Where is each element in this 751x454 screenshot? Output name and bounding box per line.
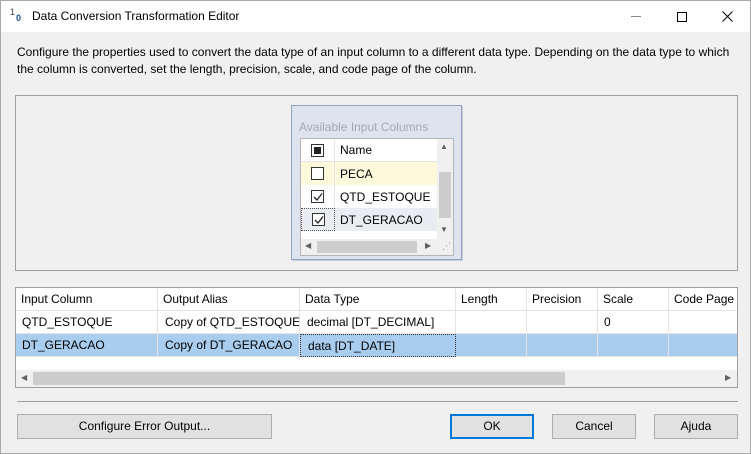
output-alias-cell[interactable]: Copy of DT_GERACAO xyxy=(158,334,300,357)
scroll-right-icon[interactable]: ▶ xyxy=(725,374,731,382)
data-type-cell[interactable]: data [DT_DATE] xyxy=(300,334,456,357)
grid-horizontal-scrollbar[interactable]: ◀ ▶ xyxy=(16,370,737,387)
length-cell[interactable] xyxy=(456,311,527,334)
checkbox-cell xyxy=(301,208,335,231)
list-item[interactable]: PECA xyxy=(301,162,438,185)
select-all-checkbox[interactable] xyxy=(311,143,324,157)
scrollbar-thumb[interactable] xyxy=(439,172,451,218)
scrollbar-thumb[interactable] xyxy=(33,372,565,385)
checkbox-cell xyxy=(301,162,335,185)
length-cell[interactable] xyxy=(456,334,527,357)
name-column-header: Name xyxy=(340,143,373,157)
scrollbar-thumb[interactable] xyxy=(317,241,417,253)
list-item-label: PECA xyxy=(340,166,373,181)
column-header[interactable]: Precision xyxy=(527,288,598,311)
available-columns-list: Name PECA QTD_ESTOQUE DT_GERACAO ▲ ▼ ◀ ▶… xyxy=(300,138,454,256)
input-column-cell[interactable]: QTD_ESTOQUE xyxy=(16,311,158,334)
horizontal-scrollbar[interactable]: ◀ ▶ xyxy=(301,239,438,255)
maximize-icon xyxy=(677,11,687,22)
available-columns-title: Available Input Columns xyxy=(299,120,429,134)
column-checkbox[interactable] xyxy=(311,213,325,226)
scroll-right-icon[interactable]: ▶ xyxy=(425,242,431,250)
conversion-grid: Input Column Output Alias Data Type Leng… xyxy=(15,287,738,388)
select-all-cell xyxy=(301,139,335,162)
scroll-up-icon[interactable]: ▲ xyxy=(440,143,448,151)
title-bar[interactable]: 10 Data Conversion Transformation Editor xyxy=(1,1,750,32)
column-checkbox[interactable] xyxy=(311,167,324,180)
list-header: Name xyxy=(301,139,438,162)
resize-grip-icon[interactable]: ⋰ xyxy=(436,238,453,255)
scale-cell[interactable]: 0 xyxy=(598,311,669,334)
column-header[interactable]: Code Page xyxy=(669,288,737,311)
cancel-button[interactable]: Cancel xyxy=(552,414,636,439)
dialog-window: 10 Data Conversion Transformation Editor… xyxy=(0,0,751,454)
available-columns-panel: Available Input Columns Name PECA QTD_ES… xyxy=(291,105,462,260)
scroll-left-icon[interactable]: ◀ xyxy=(21,374,27,382)
column-header[interactable]: Data Type xyxy=(300,288,456,311)
window-title: Data Conversion Transformation Editor xyxy=(32,9,240,23)
data-conversion-icon: 10 xyxy=(10,7,22,23)
configure-error-output-button[interactable]: Configure Error Output... xyxy=(17,414,272,439)
close-icon xyxy=(721,11,733,22)
input-column-cell[interactable]: DT_GERACAO xyxy=(16,334,158,357)
scroll-left-icon[interactable]: ◀ xyxy=(305,242,311,250)
column-checkbox[interactable] xyxy=(311,190,324,203)
list-item-label: DT_GERACAO xyxy=(340,212,423,227)
check-icon xyxy=(313,193,323,201)
table-row[interactable]: QTD_ESTOQUE Copy of QTD_ESTOQUE decimal … xyxy=(16,311,737,334)
precision-cell[interactable] xyxy=(527,311,598,334)
check-icon xyxy=(314,216,324,224)
code-page-cell[interactable] xyxy=(669,334,737,357)
column-header[interactable]: Length xyxy=(456,288,527,311)
code-page-cell[interactable] xyxy=(669,311,737,334)
list-item-label: QTD_ESTOQUE xyxy=(340,189,431,204)
vertical-scrollbar[interactable]: ▲ ▼ xyxy=(437,139,453,239)
minimize-icon xyxy=(631,16,641,17)
separator-line xyxy=(17,401,738,402)
output-alias-cell[interactable]: Copy of QTD_ESTOQUE xyxy=(158,311,300,334)
close-button[interactable] xyxy=(704,1,750,32)
table-row-selected[interactable]: DT_GERACAO Copy of DT_GERACAO data [DT_D… xyxy=(16,334,737,357)
column-header[interactable]: Output Alias xyxy=(158,288,300,311)
scale-cell[interactable] xyxy=(598,334,669,357)
checkbox-cell xyxy=(301,185,335,208)
column-header[interactable]: Input Column xyxy=(16,288,158,311)
list-item[interactable]: DT_GERACAO xyxy=(301,208,438,231)
scroll-down-icon[interactable]: ▼ xyxy=(440,226,448,234)
minimize-button[interactable] xyxy=(613,1,659,32)
column-header[interactable]: Scale xyxy=(598,288,669,311)
help-button[interactable]: Ajuda xyxy=(654,414,738,439)
ok-button[interactable]: OK xyxy=(450,414,534,439)
description-text: Configure the properties used to convert… xyxy=(17,45,730,76)
grid-header-row: Input Column Output Alias Data Type Leng… xyxy=(16,288,737,311)
precision-cell[interactable] xyxy=(527,334,598,357)
data-type-cell[interactable]: decimal [DT_DECIMAL] xyxy=(300,311,456,334)
list-item[interactable]: QTD_ESTOQUE xyxy=(301,185,438,208)
maximize-button[interactable] xyxy=(659,1,705,32)
